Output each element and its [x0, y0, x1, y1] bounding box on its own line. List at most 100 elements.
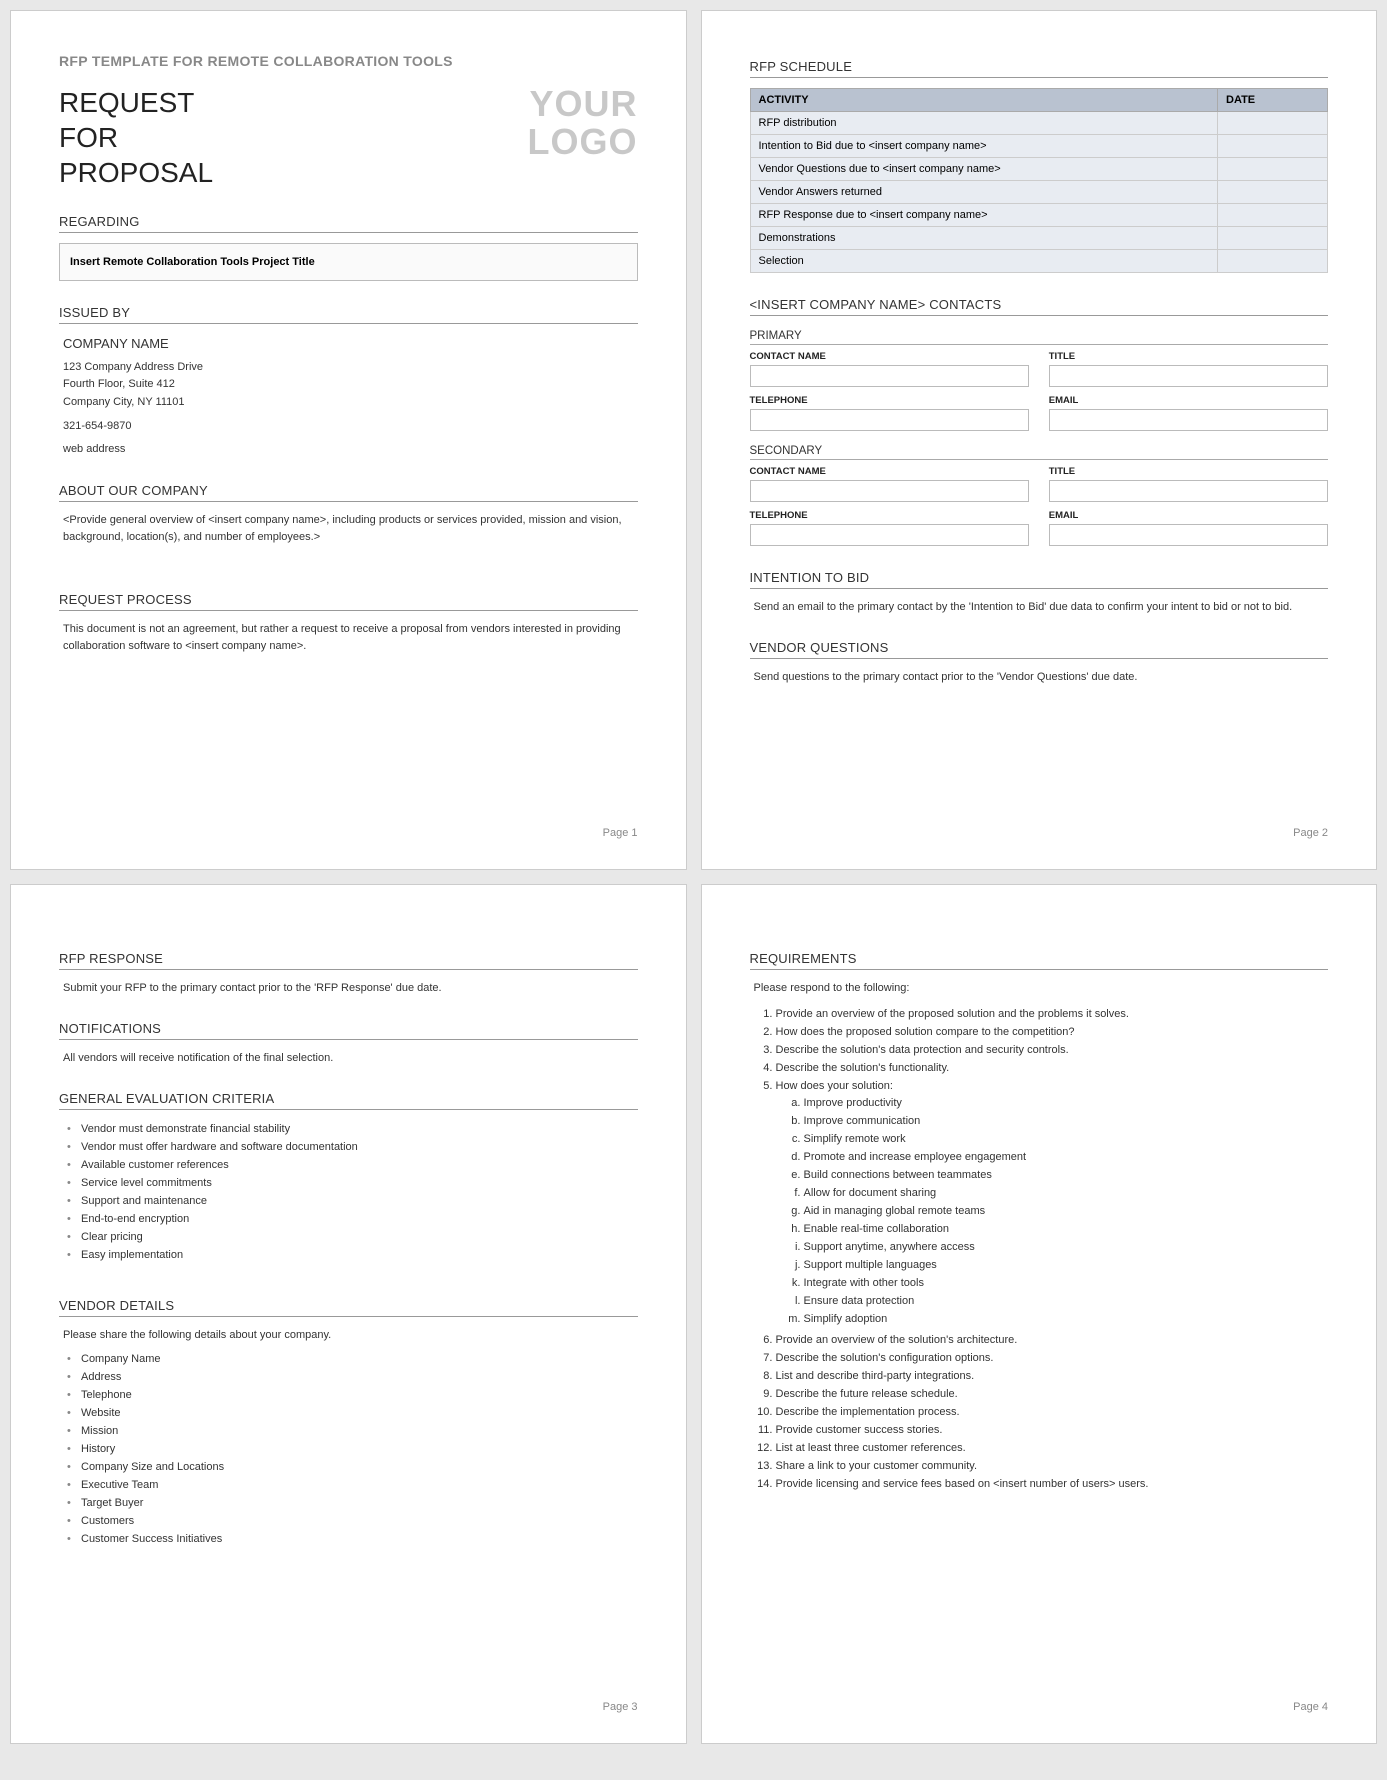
input-secondary-email[interactable]: [1049, 524, 1328, 546]
label-telephone: TELEPHONE: [750, 395, 1029, 406]
company-web: web address: [63, 441, 638, 459]
requirements-intro: Please respond to the following:: [750, 980, 1329, 997]
list-item: Describe the future release schedule.: [776, 1385, 1329, 1403]
input-primary-name[interactable]: [750, 365, 1029, 387]
label-contact-name: CONTACT NAME: [750, 351, 1029, 362]
list-item: List at least three customer references.: [776, 1439, 1329, 1457]
heading-requirements: REQUIREMENTS: [750, 951, 1329, 970]
label-contact-name: CONTACT NAME: [750, 466, 1029, 477]
input-primary-email[interactable]: [1049, 409, 1328, 431]
subheading-primary: PRIMARY: [750, 330, 1329, 345]
notifications-text: All vendors will receive notification of…: [59, 1050, 638, 1067]
input-secondary-title[interactable]: [1049, 480, 1328, 502]
company-block: COMPANY NAME 123 Company Address Drive F…: [59, 334, 638, 459]
list-item: How does the proposed solution compare t…: [776, 1023, 1329, 1041]
list-item: Describe the solution's configuration op…: [776, 1349, 1329, 1367]
table-row: RFP Response due to <insert company name…: [750, 204, 1328, 227]
process-text: This document is not an agreement, but r…: [59, 621, 638, 655]
rfp-response-text: Submit your RFP to the primary contact p…: [59, 980, 638, 997]
label-email: EMAIL: [1049, 510, 1328, 521]
page-number: Page 1: [59, 827, 638, 839]
date-cell[interactable]: [1218, 112, 1328, 135]
col-date: DATE: [1218, 89, 1328, 112]
company-phone: 321-654-9870: [63, 418, 638, 436]
label-telephone: TELEPHONE: [750, 510, 1029, 521]
list-item: Telephone: [67, 1386, 638, 1404]
heading-vendor-details: VENDOR DETAILS: [59, 1298, 638, 1317]
list-item: Executive Team: [67, 1476, 638, 1494]
list-item: Describe the implementation process.: [776, 1403, 1329, 1421]
date-cell[interactable]: [1218, 250, 1328, 273]
page-number: Page 3: [59, 1701, 638, 1713]
date-cell[interactable]: [1218, 204, 1328, 227]
list-item: Support and maintenance: [67, 1192, 638, 1210]
heading-vendor-questions: VENDOR QUESTIONS: [750, 640, 1329, 659]
page-2: RFP SCHEDULE ACTIVITY DATE RFP distribut…: [701, 10, 1378, 870]
list-item: Promote and increase employee engagement: [804, 1148, 1329, 1166]
input-primary-phone[interactable]: [750, 409, 1029, 431]
logo-line-1: YOUR: [528, 85, 638, 123]
vendor-questions-text: Send questions to the primary contact pr…: [750, 669, 1329, 686]
list-item: Provide an overview of the proposed solu…: [776, 1005, 1329, 1023]
vendor-details-list: Company NameAddressTelephoneWebsiteMissi…: [59, 1350, 638, 1548]
list-item: Vendor must offer hardware and software …: [67, 1138, 638, 1156]
activity-cell: Demonstrations: [750, 227, 1218, 250]
list-item: Aid in managing global remote teams: [804, 1202, 1329, 1220]
table-row: Intention to Bid due to <insert company …: [750, 135, 1328, 158]
date-cell[interactable]: [1218, 181, 1328, 204]
intention-text: Send an email to the primary contact by …: [750, 599, 1329, 616]
list-item: Build connections between teammates: [804, 1166, 1329, 1184]
heading-intention: INTENTION TO BID: [750, 570, 1329, 589]
list-item: Simplify remote work: [804, 1130, 1329, 1148]
regarding-input[interactable]: Insert Remote Collaboration Tools Projec…: [59, 243, 638, 281]
list-item: Integrate with other tools: [804, 1274, 1329, 1292]
input-primary-title[interactable]: [1049, 365, 1328, 387]
list-item: Available customer references: [67, 1156, 638, 1174]
list-item: Ensure data protection: [804, 1292, 1329, 1310]
list-item: Enable real-time collaboration: [804, 1220, 1329, 1238]
requirements-list: Provide an overview of the proposed solu…: [750, 1005, 1329, 1493]
date-cell[interactable]: [1218, 227, 1328, 250]
input-secondary-name[interactable]: [750, 480, 1029, 502]
list-item: Describe the solution's data protection …: [776, 1041, 1329, 1059]
activity-cell: RFP distribution: [750, 112, 1218, 135]
logo-placeholder: YOUR LOGO: [528, 85, 638, 161]
label-email: EMAIL: [1049, 395, 1328, 406]
date-cell[interactable]: [1218, 135, 1328, 158]
heading-rfp-response: RFP RESPONSE: [59, 951, 638, 970]
heading-process: REQUEST PROCESS: [59, 592, 638, 611]
page-1: RFP TEMPLATE FOR REMOTE COLLABORATION TO…: [10, 10, 687, 870]
list-item: How does your solution:Improve productiv…: [776, 1077, 1329, 1331]
company-addr1: 123 Company Address Drive: [63, 359, 638, 377]
heading-regarding: REGARDING: [59, 214, 638, 233]
page-number: Page 4: [750, 1701, 1329, 1713]
activity-cell: Vendor Answers returned: [750, 181, 1218, 204]
doc-subtitle: RFP TEMPLATE FOR REMOTE COLLABORATION TO…: [59, 53, 638, 69]
heading-contacts: <INSERT COMPANY NAME> CONTACTS: [750, 297, 1329, 316]
doc-title: REQUEST FOR PROPOSAL: [59, 85, 213, 190]
activity-cell: Intention to Bid due to <insert company …: [750, 135, 1218, 158]
schedule-table: ACTIVITY DATE RFP distributionIntention …: [750, 88, 1329, 273]
list-item: List and describe third-party integratio…: [776, 1367, 1329, 1385]
page-4: REQUIREMENTS Please respond to the follo…: [701, 884, 1378, 1744]
subheading-secondary: SECONDARY: [750, 445, 1329, 460]
list-item: Service level commitments: [67, 1174, 638, 1192]
heading-about: ABOUT OUR COMPANY: [59, 483, 638, 502]
list-item: Address: [67, 1368, 638, 1386]
list-item: History: [67, 1440, 638, 1458]
list-item: Vendor must demonstrate financial stabil…: [67, 1120, 638, 1138]
list-item: Website: [67, 1404, 638, 1422]
page-3: RFP RESPONSE Submit your RFP to the prim…: [10, 884, 687, 1744]
date-cell[interactable]: [1218, 158, 1328, 181]
col-activity: ACTIVITY: [750, 89, 1218, 112]
activity-cell: Selection: [750, 250, 1218, 273]
list-item: Allow for document sharing: [804, 1184, 1329, 1202]
list-item: Target Buyer: [67, 1494, 638, 1512]
page-number: Page 2: [750, 827, 1329, 839]
list-item: Customers: [67, 1512, 638, 1530]
company-addr3: Company City, NY 11101: [63, 394, 638, 412]
requirements-sublist: Improve productivityImprove communicatio…: [776, 1094, 1329, 1328]
heading-issued-by: ISSUED BY: [59, 305, 638, 324]
input-secondary-phone[interactable]: [750, 524, 1029, 546]
label-title: TITLE: [1049, 351, 1328, 362]
